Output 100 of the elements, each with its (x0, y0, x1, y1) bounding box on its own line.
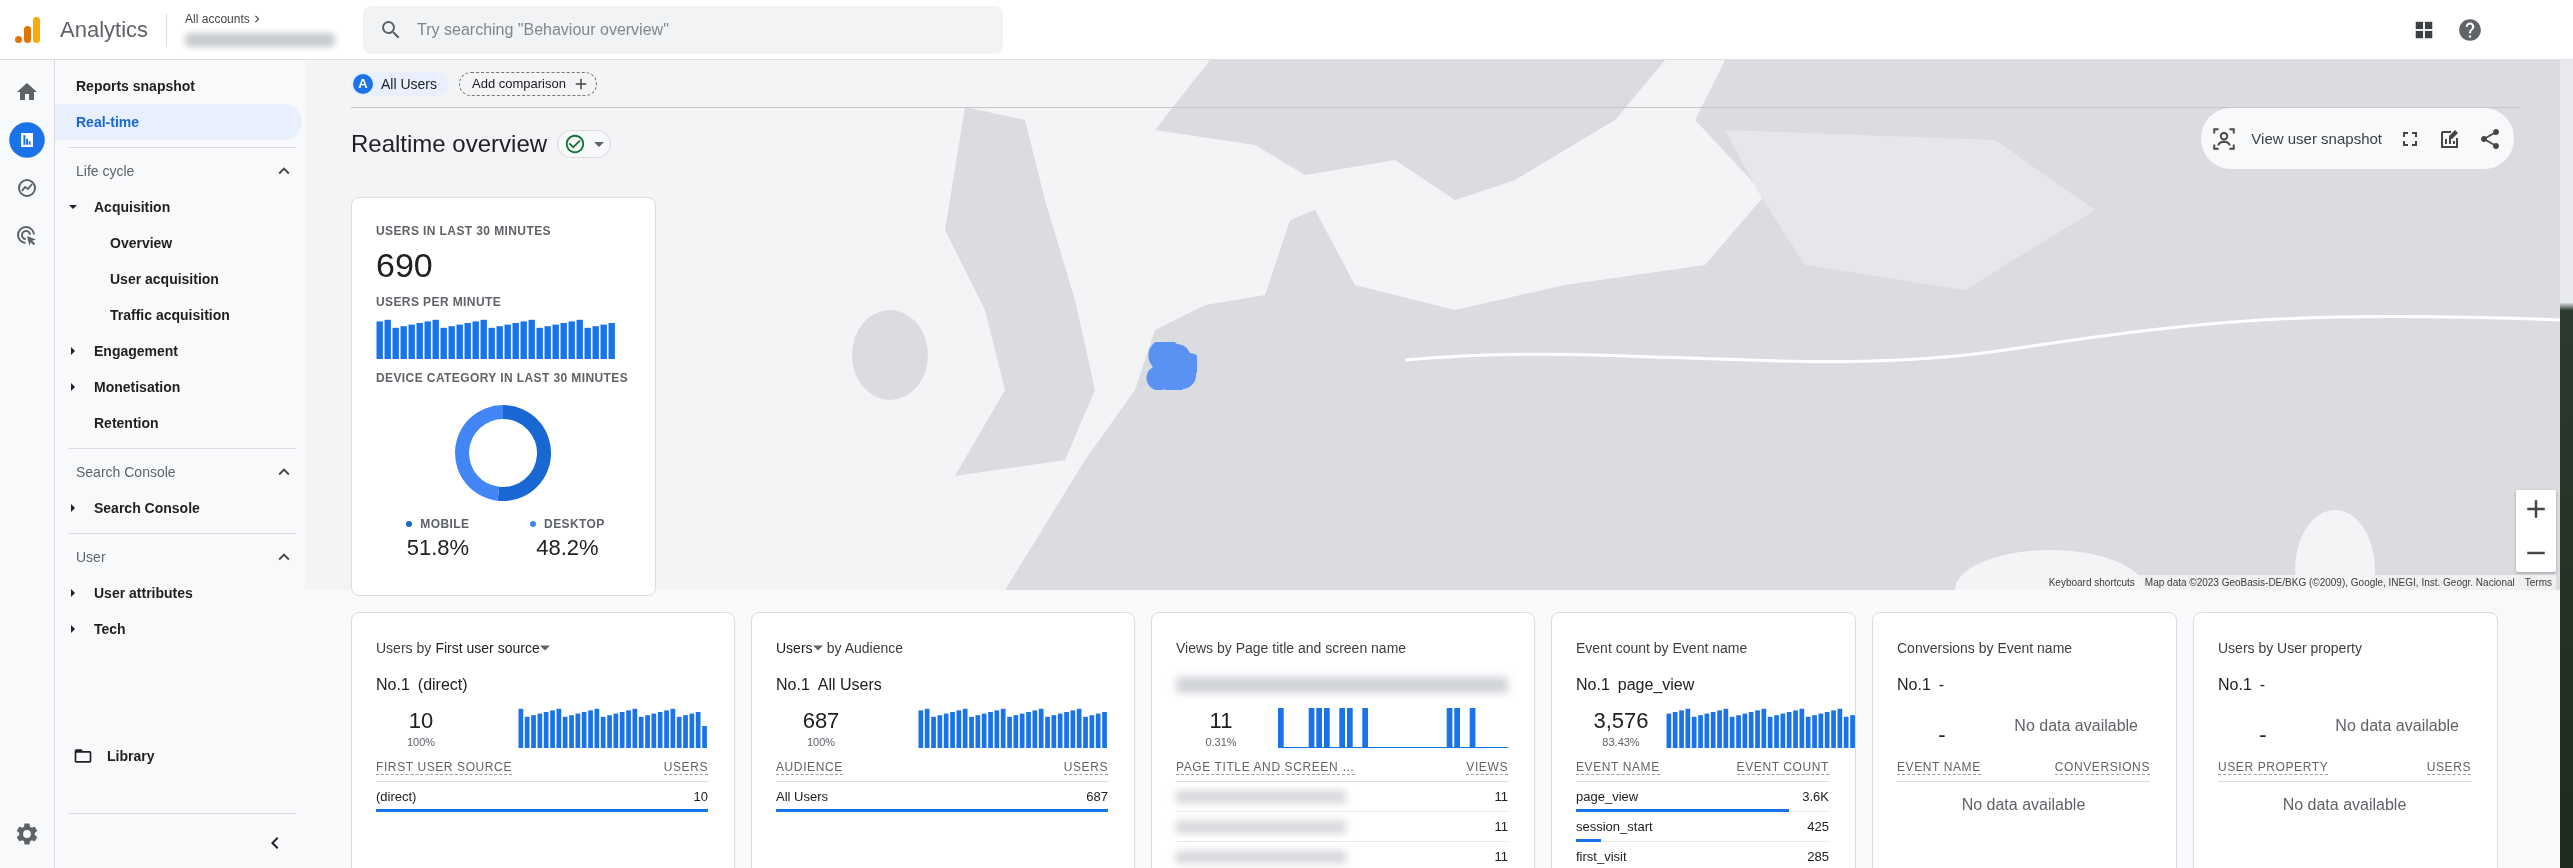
card-title: Users by (376, 640, 432, 656)
top-item-value: 11 (1209, 708, 1233, 734)
card-title: by Audience (826, 640, 904, 656)
legend-dot (530, 521, 537, 527)
nav-item[interactable]: Library (55, 738, 302, 774)
card-title: Views by Page title and screen name (1176, 640, 1407, 656)
app-name: Analytics (60, 16, 149, 43)
column-header[interactable]: EVENT NAME (1897, 760, 1981, 775)
legend-value: 48.2% (536, 535, 599, 561)
column-header[interactable]: USERS (2426, 760, 2471, 775)
top-item-share: 83.43% (1602, 736, 1640, 748)
map-attribution: Map data ©2023 GeoBasis-DE/BKG (©2009), Google, INEGI, Inst. Geogr. Nacional (2144, 577, 2515, 588)
table-cell: session_start (1576, 819, 1653, 834)
help-icon[interactable] (2457, 16, 2483, 43)
table-cell: All Users (776, 789, 828, 804)
nav-item[interactable]: User acquisition (55, 261, 302, 297)
rank-label: No.1 (1576, 676, 1610, 694)
caret-down-icon (594, 141, 605, 147)
legend-value: 51.8% (406, 535, 470, 561)
top-item-value: 3,576 (1593, 708, 1649, 734)
top-item-name: page_view (1617, 676, 1695, 694)
table-cell: 11 (1494, 819, 1508, 834)
column-header[interactable]: VIEWS (1466, 760, 1508, 775)
column-header[interactable]: USERS (1063, 760, 1108, 775)
card-title: Conversions by Event name (1897, 640, 2073, 656)
dimension-dropdown[interactable]: First user source (435, 640, 550, 656)
legend-dot (406, 521, 413, 527)
nav-item[interactable]: Tech (55, 611, 302, 647)
legend-label: DESKTOP (544, 517, 605, 531)
top-item-share: 100% (806, 736, 836, 748)
search-field[interactable]: Try searching "Behaviour overview" (363, 5, 1004, 54)
search-input[interactable]: Try searching "Behaviour overview" (417, 20, 988, 39)
status-dropdown[interactable] (557, 130, 612, 158)
nav-item[interactable]: Engagement (55, 333, 302, 369)
column-header[interactable]: CONVERSIONS (2054, 760, 2150, 775)
map-link[interactable]: Terms (2524, 577, 2552, 588)
nav-item[interactable]: Reports snapshot (55, 68, 302, 104)
nav-item[interactable]: User attributes (55, 575, 302, 611)
bar-chart-icon[interactable] (7, 120, 47, 160)
empty-message: No data available (1960, 796, 2087, 814)
card-label: USERS IN LAST 30 MINUTES (376, 224, 552, 238)
view-snapshot-button[interactable]: View user snapshot (2211, 125, 2382, 152)
nav-item[interactable]: Search Console (55, 490, 302, 526)
column-header[interactable]: AUDIENCE (776, 760, 843, 775)
empty-message: No data available (2281, 796, 2408, 814)
nav-item[interactable]: Real-time (55, 104, 302, 140)
nav-item[interactable]: Acquisition (55, 189, 302, 225)
folder-icon (73, 746, 93, 766)
column-header[interactable]: EVENT COUNT (1736, 760, 1829, 775)
top-item-value: 687 (802, 708, 840, 734)
section-header[interactable]: Life cycle (55, 153, 305, 189)
column-header[interactable]: FIRST USER SOURCE (376, 760, 512, 775)
map-link[interactable]: Keyboard shortcuts (2048, 577, 2135, 588)
top-item-name: - (2259, 676, 2266, 694)
section-header[interactable]: User (55, 539, 305, 575)
column-header[interactable]: PAGE TITLE AND SCREEN … (1176, 760, 1355, 775)
section-header[interactable]: Search Console (55, 454, 305, 490)
table-cell: 425 (1807, 819, 1829, 834)
column-header[interactable]: EVENT NAME (1576, 760, 1660, 775)
card-title: Users by User property (2218, 640, 2362, 656)
column-header[interactable]: USERS (663, 760, 708, 775)
chart-title: DEVICE CATEGORY IN LAST 30 MINUTES (376, 371, 630, 385)
dimension-dropdown[interactable]: Users (776, 640, 823, 656)
users-count: 690 (376, 246, 434, 285)
top-item-name: All Users (817, 676, 882, 694)
settings-icon[interactable] (14, 821, 40, 847)
table-cell: first_visit (1576, 849, 1627, 864)
table-cell: (direct) (376, 789, 417, 804)
top-item-value: - (1938, 722, 1946, 748)
top-item-name: - (1938, 676, 1945, 694)
nav-item[interactable]: Monetisation (55, 369, 302, 405)
empty-message: No data available (2335, 717, 2459, 735)
card-label: USERS PER MINUTE (376, 295, 503, 309)
person-scan-icon (2211, 125, 2238, 152)
top-item-share: 0.31% (1205, 736, 1237, 748)
share-icon[interactable] (2478, 126, 2502, 151)
top-item-value: 10 (408, 708, 434, 734)
segment-badge: A (353, 73, 373, 94)
table-cell: 10 (693, 789, 708, 804)
legend-label: MOBILE (420, 517, 470, 531)
breadcrumb-link[interactable]: All accounts (185, 12, 264, 26)
rank-label: No.1 (2218, 676, 2252, 694)
nav-item[interactable]: Overview (55, 225, 302, 261)
top-item-share: 100% (406, 736, 436, 748)
column-header[interactable]: USER PROPERTY (2218, 760, 2329, 775)
table-cell: page_view (1576, 789, 1639, 804)
analytics-logo-icon[interactable] (14, 14, 42, 45)
rank-label: No.1 (376, 676, 410, 694)
caret-down-icon (812, 645, 823, 651)
nav-item[interactable]: Traffic acquisition (55, 297, 302, 333)
caret-down-icon (539, 645, 550, 651)
top-item-value: - (2259, 722, 2267, 748)
table-cell: 687 (1086, 789, 1108, 804)
nav-item[interactable]: Retention (55, 405, 302, 441)
rank-label: No.1 (776, 676, 810, 694)
table-cell: 11 (1494, 849, 1508, 864)
table-cell: 3.6K (1802, 789, 1829, 804)
page-title: Realtime overview (351, 130, 548, 158)
empty-message: No data available (2014, 717, 2138, 735)
table-cell: 285 (1807, 849, 1829, 864)
